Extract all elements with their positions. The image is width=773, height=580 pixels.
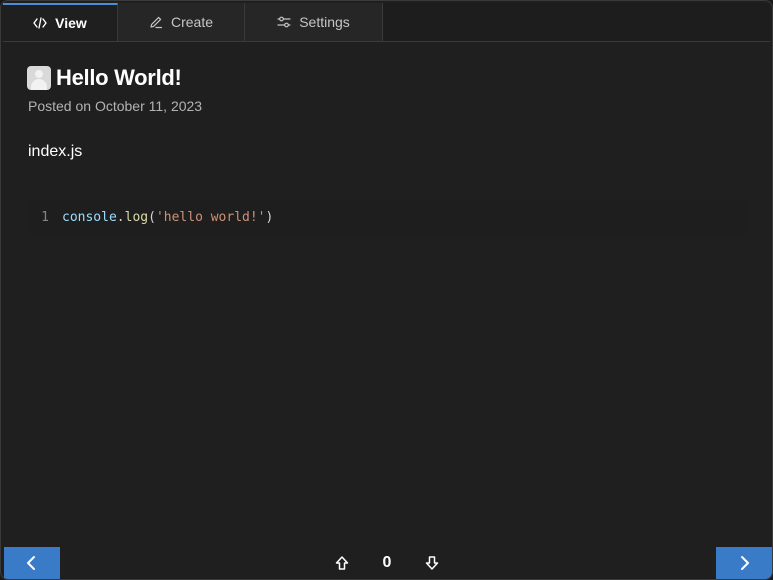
file-name: index.js — [28, 143, 83, 160]
pager-bar: 0 — [1, 547, 772, 579]
code-token-method: log — [124, 209, 149, 225]
code-block: 1 console.log('hello world!') — [28, 199, 748, 235]
avatar — [27, 66, 51, 90]
code-token-open-paren: ( — [148, 209, 156, 225]
app-window: View Create Settings Hello World! Posted… — [0, 0, 773, 580]
code-token-dot: . — [116, 209, 125, 225]
sliders-icon — [277, 15, 291, 29]
tab-view-label: View — [55, 15, 87, 31]
tab-create-label: Create — [170, 14, 214, 30]
posted-date: Posted on October 11, 2023 — [28, 98, 203, 114]
line-number: 1 — [41, 209, 49, 225]
previous-button[interactable] — [4, 547, 60, 579]
code-token-string: 'hello world!' — [155, 209, 266, 225]
code-token-close-paren: ) — [265, 209, 274, 225]
code-line: console.log('hello world!') — [62, 210, 273, 225]
code-icon — [33, 16, 47, 30]
post-header: Hello World! — [27, 65, 182, 91]
arrow-down-icon — [425, 556, 439, 570]
upvote-button[interactable] — [331, 552, 353, 574]
avatar-head — [35, 70, 43, 78]
tab-settings-label: Settings — [299, 14, 350, 30]
chevron-right-icon — [741, 556, 749, 570]
vote-count: 0 — [382, 554, 392, 571]
code-token-object: console — [62, 209, 117, 225]
tab-view[interactable]: View — [3, 3, 118, 41]
tab-bar: View Create Settings — [3, 3, 770, 42]
tab-create[interactable]: Create — [118, 3, 245, 41]
avatar-body — [31, 79, 47, 90]
downvote-button[interactable] — [421, 552, 443, 574]
arrow-up-icon — [335, 556, 349, 570]
next-button[interactable] — [716, 547, 772, 579]
chevron-left-icon — [27, 556, 35, 570]
tab-settings[interactable]: Settings — [245, 3, 383, 41]
pencil-icon — [149, 15, 163, 29]
page-title: Hello World! — [56, 65, 182, 90]
vote-counter: 0 — [331, 547, 443, 579]
